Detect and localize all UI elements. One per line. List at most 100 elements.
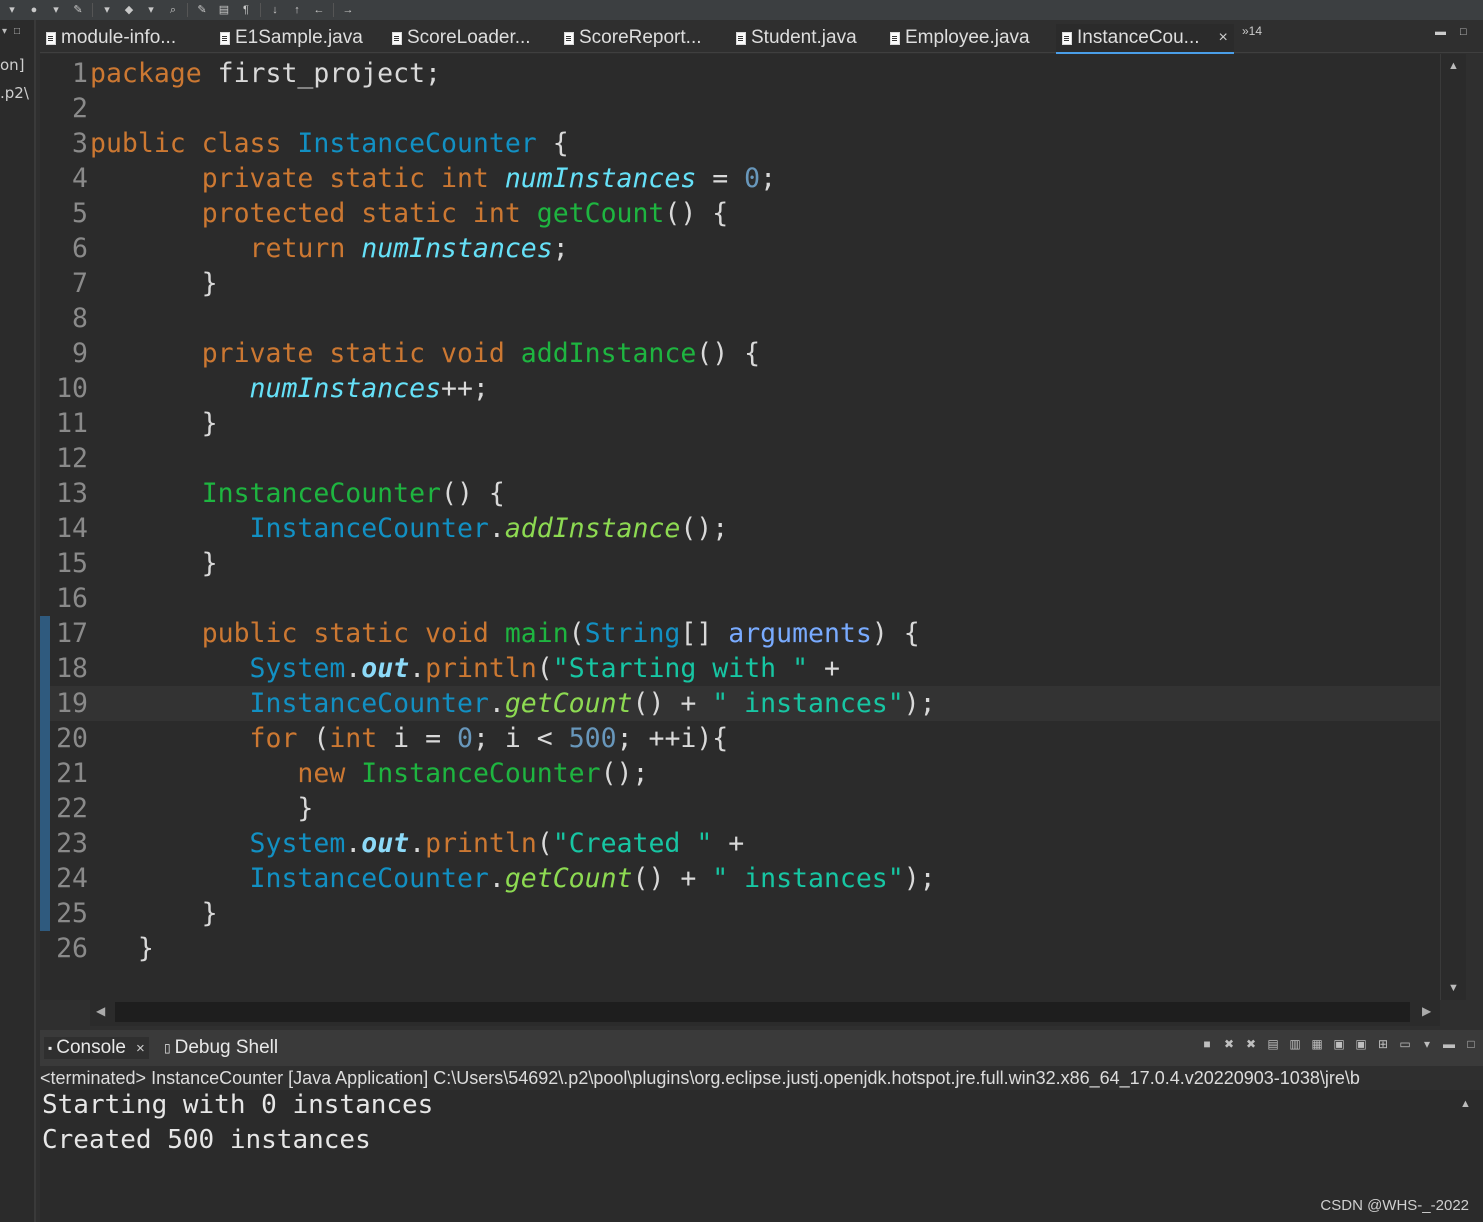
code-token: new <box>297 758 346 789</box>
debug-icon[interactable]: ● <box>26 3 42 17</box>
code-line[interactable]: 7 } <box>40 266 1440 301</box>
code-line[interactable]: 3 public class InstanceCounter { <box>40 126 1440 161</box>
console-output[interactable]: Starting with 0 instances Created 500 in… <box>40 1090 1450 1222</box>
tab-label: Console <box>56 1037 126 1058</box>
code-line[interactable]: 4 private static int numInstances = 0; <box>40 161 1440 196</box>
code-line[interactable]: 17 public static void main(String[] argu… <box>40 616 1440 651</box>
code-token: println <box>425 828 537 859</box>
close-icon[interactable]: × <box>1219 29 1228 47</box>
show-whitespace-icon[interactable]: ▤ <box>216 3 232 17</box>
prev-annotation-icon[interactable]: ↓ <box>267 3 283 17</box>
next-annotation-icon[interactable]: ¶ <box>238 3 254 17</box>
editor-vertical-scrollbar[interactable]: ▲ ▼ <box>1440 54 1466 1000</box>
back-icon[interactable]: ↑ <box>289 3 305 17</box>
code-line[interactable]: 1 package first_project; <box>40 56 1440 91</box>
code-line[interactable]: 24 InstanceCounter.getCount() + " instan… <box>40 861 1440 896</box>
more-tabs-button[interactable]: »14 <box>1242 24 1262 38</box>
open-console-icon[interactable]: ▾ <box>1419 1036 1435 1052</box>
external-tools-icon[interactable]: ✎ <box>70 3 86 17</box>
code-line[interactable]: 13 InstanceCounter() { <box>40 476 1440 511</box>
java-file-icon <box>564 31 574 45</box>
code-token: ); <box>903 863 936 894</box>
scroll-right-icon[interactable]: ▶ <box>1422 1004 1431 1018</box>
pin-console-icon[interactable]: ⊞ <box>1375 1036 1391 1052</box>
code-line[interactable]: 15 } <box>40 546 1440 581</box>
tab-e1sample[interactable]: E1Sample.java <box>220 24 363 52</box>
code-token: private static int <box>201 163 489 194</box>
word-wrap-icon[interactable]: ✎ <box>194 3 210 17</box>
scroll-up-icon[interactable]: ▲ <box>1448 60 1459 72</box>
new-icon[interactable]: ▾ <box>4 3 20 17</box>
scroll-lock-icon[interactable]: ▥ <box>1287 1036 1303 1052</box>
terminate-icon[interactable]: ■ <box>1199 1036 1215 1052</box>
show-on-error-icon[interactable]: ▣ <box>1353 1036 1369 1052</box>
code-token: protected static int <box>201 198 521 229</box>
code-line[interactable]: 14 InstanceCounter.addInstance(); <box>40 511 1440 546</box>
code-token: " instances" <box>712 688 904 719</box>
code-line[interactable]: 6 return numInstances; <box>40 231 1440 266</box>
code-line[interactable]: 21 new InstanceCounter(); <box>40 756 1440 791</box>
code-line[interactable]: 9 private static void addInstance() { <box>40 336 1440 371</box>
code-token: InstanceCounter <box>249 513 489 544</box>
code-line[interactable]: 2 <box>40 91 1440 126</box>
line-number: 21 <box>56 758 88 789</box>
scroll-down-icon[interactable]: ▼ <box>1448 982 1459 994</box>
restore-icon[interactable]: ▾ <box>2 26 7 37</box>
scroll-left-icon[interactable]: ◀ <box>96 1004 105 1018</box>
minimize-icon[interactable]: ▬ <box>1435 26 1446 38</box>
editor-horizontal-scrollbar[interactable]: ◀ ▶ <box>90 1000 1440 1026</box>
tab-scoreloader[interactable]: ScoreLoader... <box>392 24 531 52</box>
remove-all-launches-icon[interactable]: ✖ <box>1243 1036 1259 1052</box>
search-icon[interactable]: ◆ <box>121 3 137 17</box>
maximize-icon[interactable]: □ <box>1460 26 1467 38</box>
code-token: ++; <box>441 373 489 404</box>
code-line[interactable]: 25 } <box>40 896 1440 931</box>
new-class-icon[interactable]: ▾ <box>99 3 115 17</box>
close-icon[interactable]: × <box>136 1040 145 1057</box>
show-on-output-icon[interactable]: ▣ <box>1331 1036 1347 1052</box>
code-line[interactable]: 23 System.out.println("Created " + <box>40 826 1440 861</box>
tab-console[interactable]: ▪ Console × <box>44 1037 149 1059</box>
run-icon[interactable]: ▾ <box>48 3 64 17</box>
tab-student[interactable]: Student.java <box>736 24 857 52</box>
code-line[interactable]: 26 } <box>40 931 1440 966</box>
open-perspective-icon[interactable]: → <box>340 3 356 17</box>
tab-instancecounter[interactable]: InstanceCou... × <box>1056 24 1234 54</box>
tab-label: Debug Shell <box>174 1037 279 1058</box>
word-wrap-icon[interactable]: ▦ <box>1309 1036 1325 1052</box>
display-console-icon[interactable]: ▭ <box>1397 1036 1413 1052</box>
tab-scorereport[interactable]: ScoreReport... <box>564 24 702 52</box>
code-line[interactable]: 11 } <box>40 406 1440 441</box>
code-line[interactable]: 22 } <box>40 791 1440 826</box>
code-line[interactable]: 12 <box>40 441 1440 476</box>
code-line[interactable]: 16 <box>40 581 1440 616</box>
code-editor[interactable]: 1 package first_project; 2 3 public class In… <box>40 54 1440 1000</box>
code-token: getCount <box>504 688 633 719</box>
code-token: getCount <box>504 863 633 894</box>
pin-icon[interactable]: ▾ <box>143 3 159 17</box>
maximize-icon[interactable]: □ <box>14 26 20 37</box>
minimize-icon[interactable]: ▬ <box>1441 1036 1457 1052</box>
line-number: 2 <box>72 93 88 124</box>
scroll-up-icon[interactable]: ▲ <box>1460 1098 1471 1110</box>
line-number: 18 <box>56 653 88 684</box>
maximize-icon[interactable]: □ <box>1463 1036 1479 1052</box>
clear-console-icon[interactable]: ▤ <box>1265 1036 1281 1052</box>
code-token: } <box>90 408 218 439</box>
code-token: . <box>488 863 505 894</box>
tab-debug-shell[interactable]: ▯ Debug Shell <box>164 1037 278 1059</box>
scrollbar-thumb[interactable] <box>115 1002 1410 1022</box>
code-line[interactable]: 18 System.out.println("Starting with " + <box>40 651 1440 686</box>
code-line[interactable]: 5 protected static int getCount() { <box>40 196 1440 231</box>
code-line[interactable]: 19 InstanceCounter.getCount() + " instan… <box>40 686 1440 721</box>
toggle-mark-icon[interactable]: ⌕ <box>165 3 181 17</box>
remove-launch-icon[interactable]: ✖ <box>1221 1036 1237 1052</box>
code-line[interactable]: 8 <box>40 301 1440 336</box>
code-line[interactable]: 10 numInstances++; <box>40 371 1440 406</box>
tab-employee[interactable]: Employee.java <box>890 24 1030 52</box>
code-line[interactable]: 20 for (int i = 0; i < 500; ++i){ <box>40 721 1440 756</box>
forward-icon[interactable]: ← <box>311 3 327 17</box>
tab-module-info[interactable]: module-info... <box>46 24 176 52</box>
